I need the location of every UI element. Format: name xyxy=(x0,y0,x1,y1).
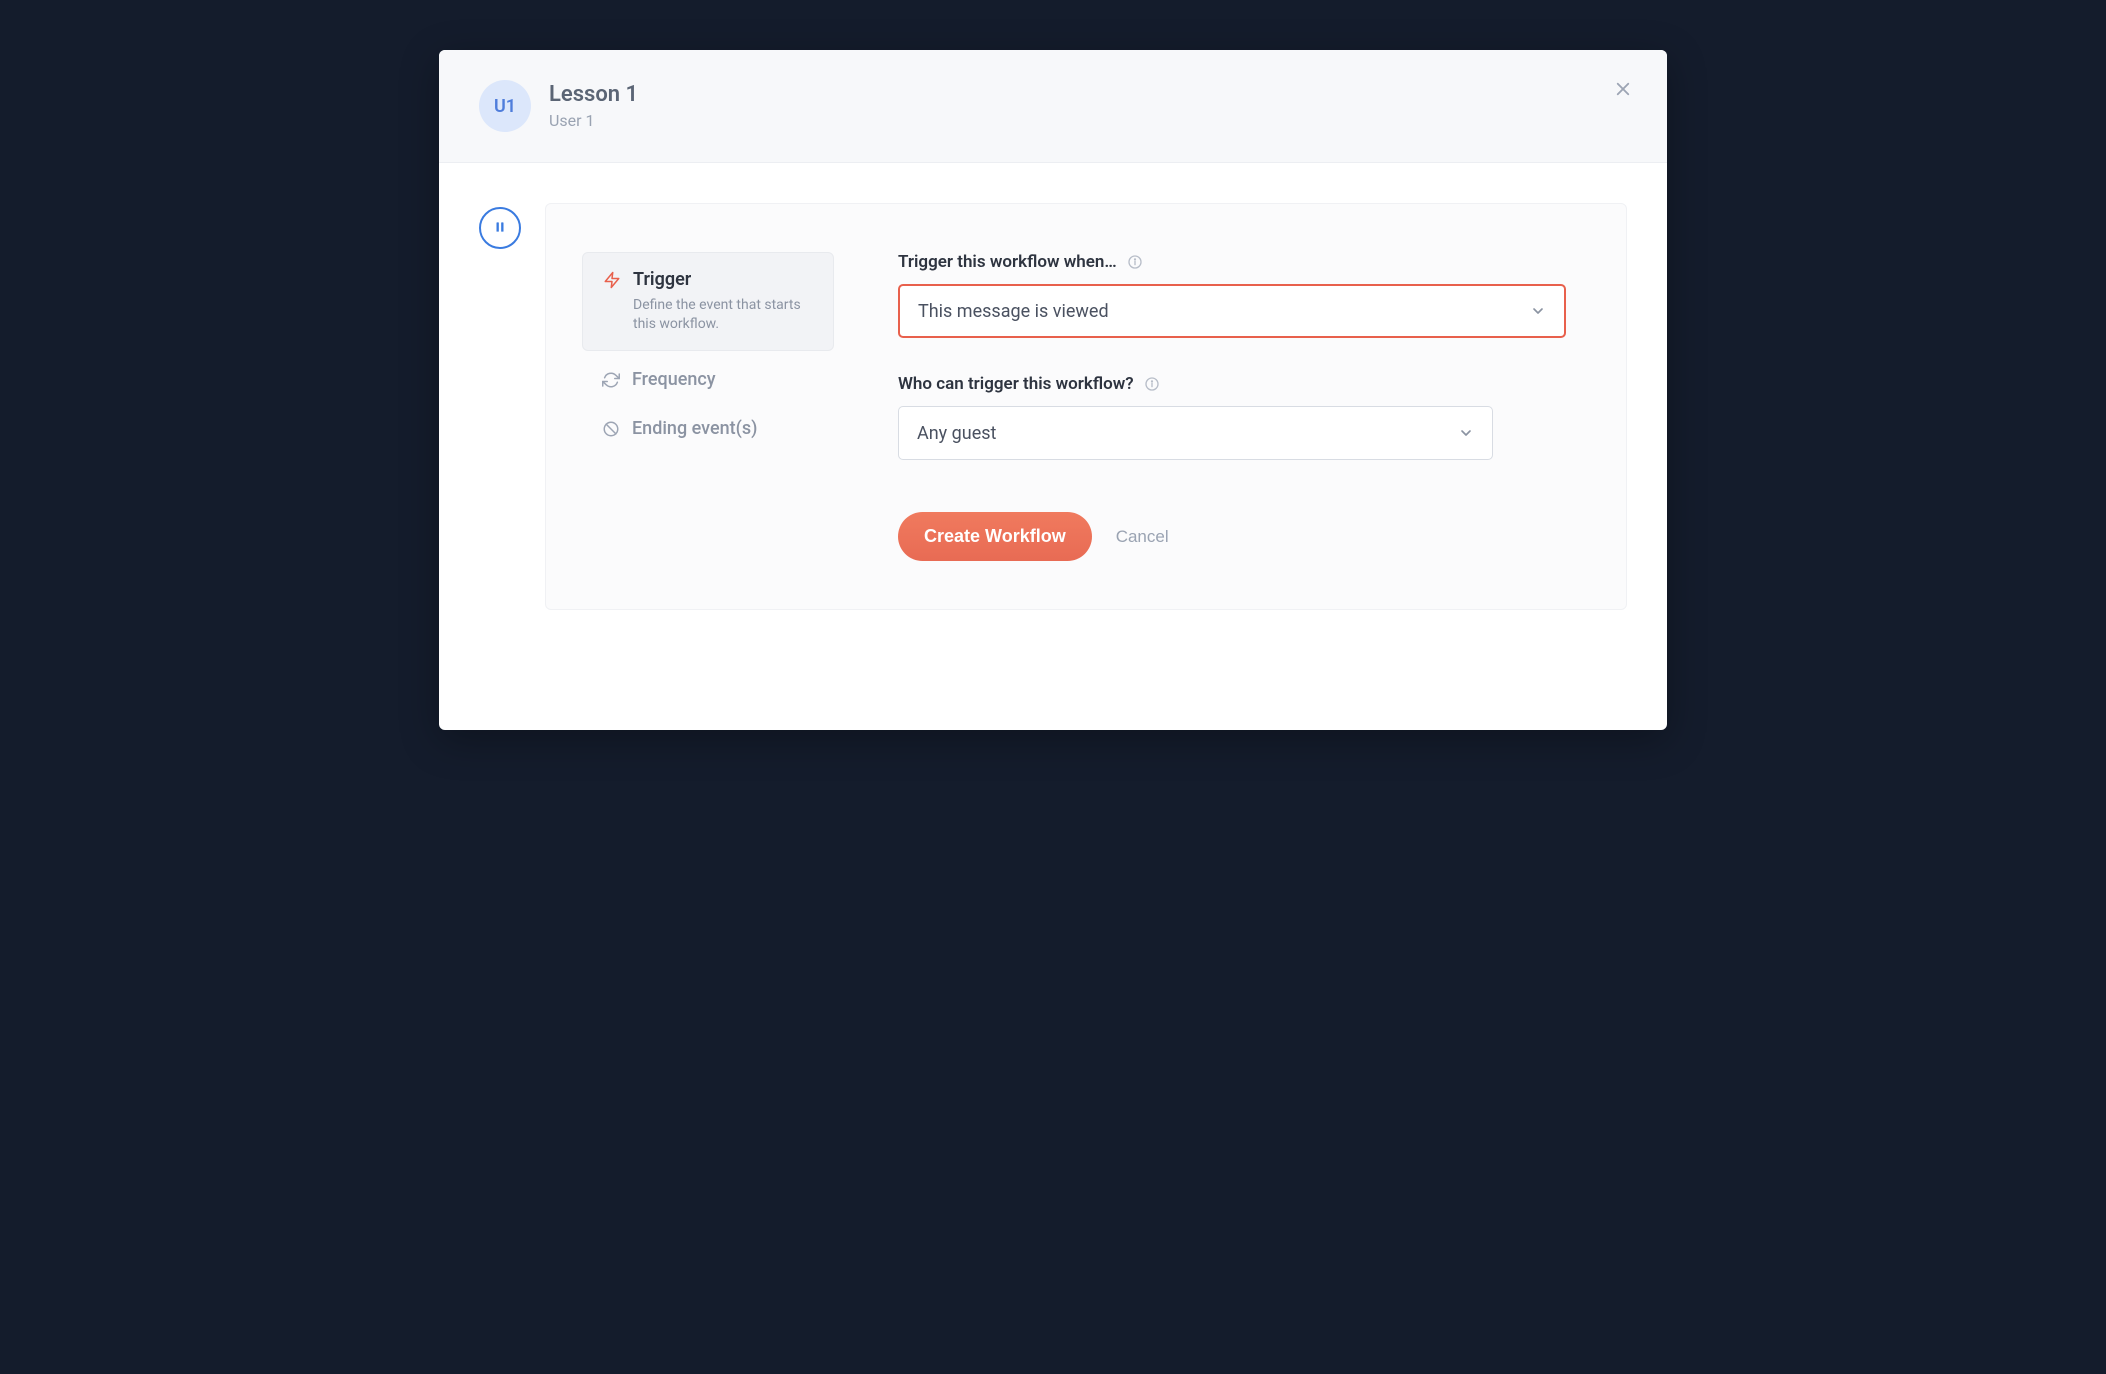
page-subtitle: User 1 xyxy=(549,111,638,130)
nav-item-frequency[interactable]: Frequency xyxy=(582,359,834,400)
nav-item-description: Define the event that starts this workfl… xyxy=(633,296,813,334)
create-workflow-button[interactable]: Create Workflow xyxy=(898,512,1092,561)
chevron-down-icon xyxy=(1458,425,1474,441)
cancel-button[interactable]: Cancel xyxy=(1116,527,1169,547)
form-actions: Create Workflow Cancel xyxy=(898,512,1566,561)
workflow-status-pause[interactable] xyxy=(479,207,521,249)
field-label: Trigger this workflow when… xyxy=(898,252,1117,272)
trigger-when-select[interactable]: This message is viewed xyxy=(898,284,1566,338)
lightning-icon xyxy=(603,271,621,289)
refresh-icon xyxy=(602,371,620,389)
nav-item-texts: Ending event(s) xyxy=(632,418,757,439)
info-icon[interactable] xyxy=(1127,254,1143,270)
who-can-trigger-select[interactable]: Any guest xyxy=(898,406,1493,460)
select-value: This message is viewed xyxy=(918,301,1109,322)
select-value: Any guest xyxy=(917,423,996,444)
close-button[interactable] xyxy=(1609,76,1637,104)
pause-icon xyxy=(493,219,507,238)
nav-item-title: Ending event(s) xyxy=(632,418,757,439)
info-icon[interactable] xyxy=(1144,376,1160,392)
modal-header: U1 Lesson 1 User 1 xyxy=(439,50,1667,163)
ban-icon xyxy=(602,420,620,438)
header-row: U1 Lesson 1 User 1 xyxy=(479,80,1627,132)
field-label: Who can trigger this workflow? xyxy=(898,374,1134,394)
chevron-down-icon xyxy=(1530,303,1546,319)
field-label-row: Trigger this workflow when… xyxy=(898,252,1566,272)
field-trigger-when: Trigger this workflow when… This message… xyxy=(898,252,1566,338)
field-label-row: Who can trigger this workflow? xyxy=(898,374,1566,394)
nav-item-title: Frequency xyxy=(632,369,716,390)
field-who-can-trigger: Who can trigger this workflow? Any guest xyxy=(898,374,1566,460)
page-title: Lesson 1 xyxy=(549,82,638,107)
close-icon xyxy=(1614,80,1632,101)
nav-item-title: Trigger xyxy=(633,269,813,290)
form-area: Trigger this workflow when… This message… xyxy=(898,252,1566,561)
avatar-initials: U1 xyxy=(494,96,516,117)
modal-body: Trigger Define the event that starts thi… xyxy=(439,163,1667,730)
side-nav: Trigger Define the event that starts thi… xyxy=(582,252,834,561)
nav-item-texts: Trigger Define the event that starts thi… xyxy=(633,269,813,334)
workflow-modal: U1 Lesson 1 User 1 xyxy=(439,50,1667,730)
config-panel: Trigger Define the event that starts thi… xyxy=(545,203,1627,610)
header-texts: Lesson 1 User 1 xyxy=(549,82,638,130)
nav-item-trigger[interactable]: Trigger Define the event that starts thi… xyxy=(582,252,834,351)
avatar: U1 xyxy=(479,80,531,132)
nav-item-ending[interactable]: Ending event(s) xyxy=(582,408,834,449)
nav-item-texts: Frequency xyxy=(632,369,716,390)
